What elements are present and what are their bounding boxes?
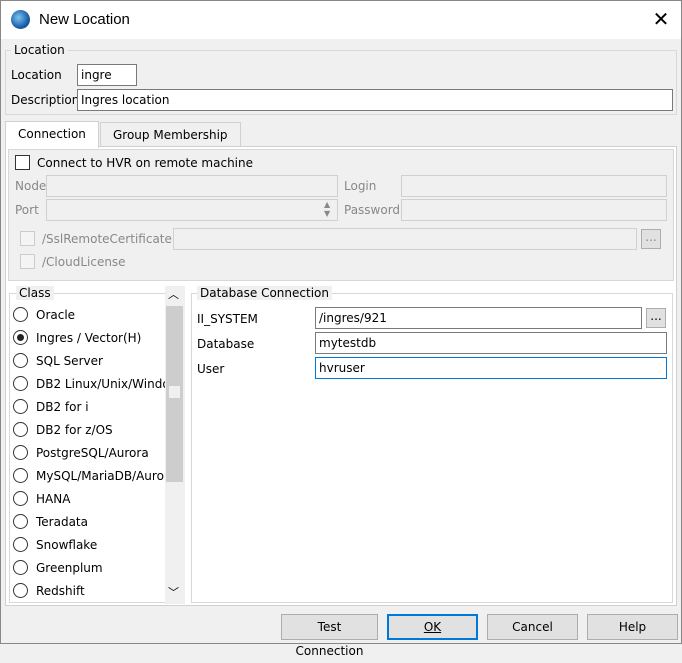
radio-button[interactable] bbox=[13, 353, 28, 368]
port-label: Port bbox=[15, 203, 39, 217]
radio-button[interactable] bbox=[13, 422, 28, 437]
class-option[interactable]: SQL Server bbox=[13, 352, 165, 372]
remote-checkbox[interactable] bbox=[15, 155, 30, 170]
ii-system-input[interactable]: /ingres/921 bbox=[315, 307, 642, 329]
radio-button[interactable] bbox=[13, 560, 28, 575]
user-label: User bbox=[197, 362, 225, 376]
class-option[interactable]: Snowflake bbox=[13, 536, 165, 556]
class-option-label: Ingres / Vector(H) bbox=[36, 331, 142, 345]
class-option-label: SQL Server bbox=[36, 354, 103, 368]
app-globe-icon bbox=[11, 10, 30, 29]
port-spinner[interactable] bbox=[46, 199, 338, 221]
ii-system-browse-button[interactable]: ... bbox=[646, 308, 666, 328]
login-label: Login bbox=[344, 179, 377, 193]
radio-button[interactable] bbox=[13, 491, 28, 506]
ssl-label: /SslRemoteCertificate bbox=[42, 232, 172, 246]
remote-label: Connect to HVR on remote machine bbox=[37, 156, 253, 170]
user-input[interactable]: hvruser bbox=[315, 357, 667, 379]
location-group-legend: Location bbox=[11, 43, 68, 57]
database-input[interactable]: mytestdb bbox=[315, 332, 667, 354]
cancel-button[interactable]: Cancel bbox=[487, 614, 578, 640]
ok-button[interactable]: OK bbox=[387, 614, 478, 640]
class-option[interactable]: MySQL/MariaDB/Aurora bbox=[13, 467, 165, 487]
radio-button[interactable] bbox=[13, 399, 28, 414]
class-option[interactable]: Redshift bbox=[13, 582, 165, 601]
class-option[interactable]: Teradata bbox=[13, 513, 165, 533]
class-option-label: DB2 Linux/Unix/Windows bbox=[36, 377, 165, 391]
cloud-license-checkbox[interactable] bbox=[20, 254, 35, 269]
radio-button[interactable] bbox=[13, 445, 28, 460]
class-legend: Class bbox=[16, 286, 54, 300]
password-input[interactable] bbox=[401, 199, 667, 221]
node-label: Node bbox=[15, 179, 47, 193]
ii-system-label: II_SYSTEM bbox=[197, 312, 258, 326]
cloud-license-label: /CloudLicense bbox=[42, 255, 126, 269]
class-option[interactable]: DB2 Linux/Unix/Windows bbox=[13, 375, 165, 395]
scroll-down-icon[interactable]: ﹀ bbox=[168, 584, 179, 600]
tab-connection[interactable]: Connection bbox=[5, 121, 99, 148]
class-option-label: MySQL/MariaDB/Aurora bbox=[36, 469, 165, 483]
description-label: Description bbox=[11, 93, 80, 107]
class-option-label: Snowflake bbox=[36, 538, 98, 552]
class-option[interactable]: DB2 for z/OS bbox=[13, 421, 165, 441]
class-scrollbar[interactable]: ︿ ﹀ bbox=[165, 286, 185, 604]
ssl-browse-button[interactable]: ... bbox=[641, 229, 661, 249]
class-option-label: DB2 for z/OS bbox=[36, 423, 113, 437]
class-option-label: Teradata bbox=[36, 515, 88, 529]
location-label: Location bbox=[11, 68, 62, 82]
class-option-label: PostgreSQL/Aurora bbox=[36, 446, 149, 460]
node-input[interactable] bbox=[46, 175, 338, 197]
scroll-up-icon[interactable]: ︿ bbox=[168, 286, 179, 302]
class-option[interactable]: DB2 for i bbox=[13, 398, 165, 418]
database-label: Database bbox=[197, 337, 255, 351]
password-label: Password bbox=[344, 203, 401, 217]
tab-group-membership[interactable]: Group Membership bbox=[100, 122, 241, 147]
radio-button[interactable] bbox=[13, 583, 28, 598]
class-option[interactable]: Ingres / Vector(H) bbox=[13, 329, 165, 349]
close-icon[interactable]: ✕ bbox=[649, 7, 673, 31]
radio-button[interactable] bbox=[13, 514, 28, 529]
radio-button[interactable] bbox=[13, 468, 28, 483]
login-input[interactable] bbox=[401, 175, 667, 197]
class-option-label: Redshift bbox=[36, 584, 85, 598]
class-option-label: DB2 for i bbox=[36, 400, 89, 414]
help-button[interactable]: Help bbox=[587, 614, 678, 640]
description-input[interactable]: Ingres location bbox=[77, 89, 673, 111]
location-input[interactable]: ingre bbox=[77, 64, 137, 86]
spinner-arrows-icon[interactable]: ▲ ▼ bbox=[324, 200, 330, 218]
class-option-label: HANA bbox=[36, 492, 71, 506]
window-title: New Location bbox=[39, 11, 130, 28]
class-option[interactable]: PostgreSQL/Aurora bbox=[13, 444, 165, 464]
scroll-thumb-grip bbox=[169, 386, 180, 398]
class-radio-list: Oracle Ingres / Vector(H) SQL Server DB2 Li… bbox=[13, 306, 165, 601]
class-option[interactable]: HANA bbox=[13, 490, 165, 510]
radio-button[interactable] bbox=[13, 307, 28, 322]
class-option-label: Greenplum bbox=[36, 561, 103, 575]
class-option-label: Oracle bbox=[36, 308, 76, 322]
radio-button[interactable] bbox=[13, 376, 28, 391]
class-option[interactable]: Oracle bbox=[13, 306, 165, 326]
db-connection-legend: Database Connection bbox=[197, 286, 332, 300]
radio-button[interactable] bbox=[13, 330, 28, 345]
ssl-input[interactable] bbox=[173, 228, 637, 250]
test-connection-button[interactable]: Test Connection bbox=[281, 614, 378, 658]
class-option[interactable]: Greenplum bbox=[13, 559, 165, 579]
radio-button[interactable] bbox=[13, 537, 28, 552]
ssl-checkbox[interactable] bbox=[20, 231, 35, 246]
